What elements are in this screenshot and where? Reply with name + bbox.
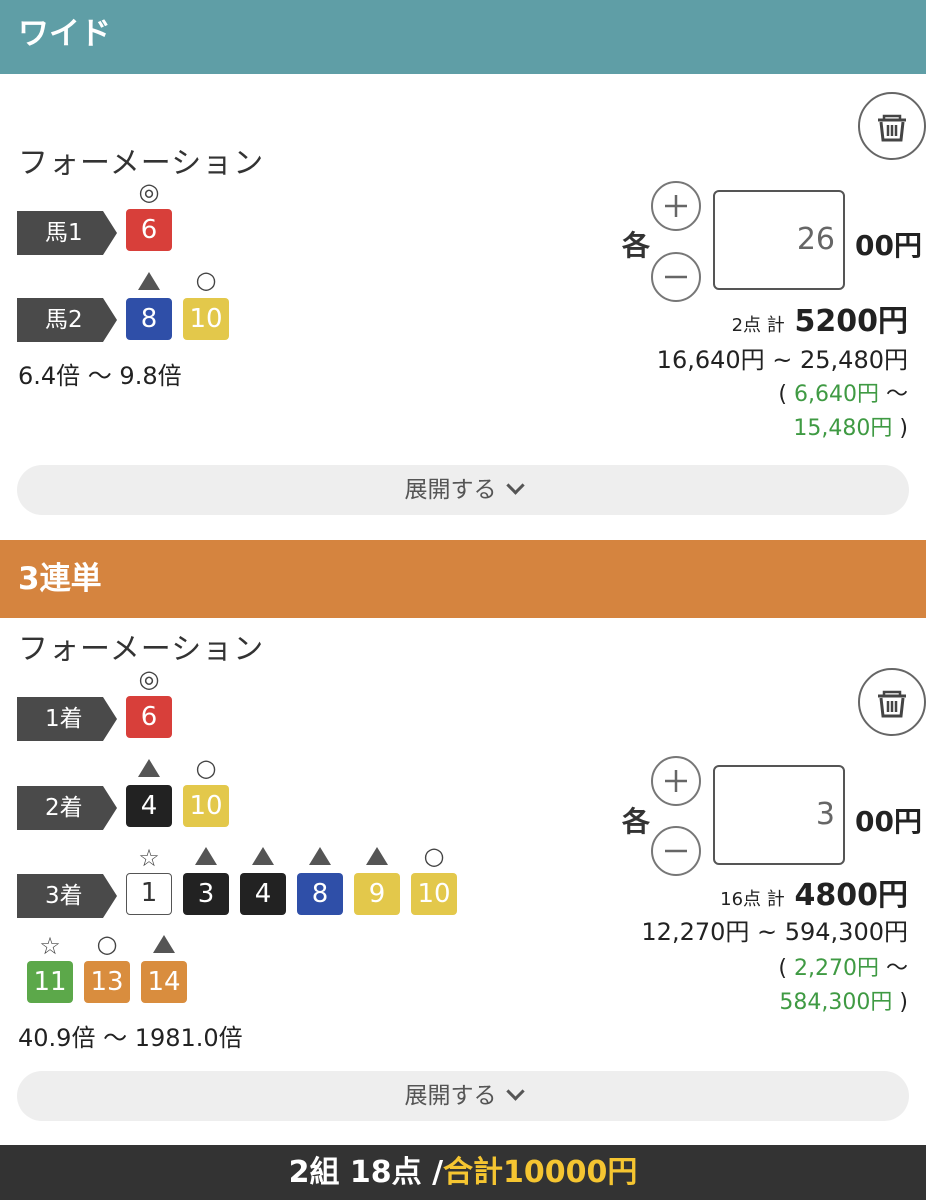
trifecta-profit-line-1: ( 2,270円 〜	[778, 950, 908, 982]
bet-summary-footer: 2組 18点 /合計10000円	[0, 1145, 926, 1200]
trifecta-points-summary: 16点 計 4800円	[720, 870, 908, 914]
profit-max: 584,300円	[779, 990, 893, 1015]
amount-unit: 00円	[855, 229, 922, 262]
profit-tilde: 〜	[885, 956, 908, 981]
wide-expand-button[interactable]: 展開する	[17, 465, 909, 515]
horse-number: 13	[84, 961, 130, 1003]
horse-mark-triangle-icon	[138, 272, 160, 290]
profit-min: 2,270円	[794, 956, 879, 981]
trifecta-increment-button[interactable]	[651, 756, 701, 806]
trifecta-odds-range: 40.9倍 〜 1981.0倍	[18, 1024, 243, 1052]
horse-mark-triangle-icon	[138, 759, 160, 777]
profit-min: 6,640円	[794, 382, 879, 407]
trifecta-delete-button[interactable]	[858, 668, 926, 736]
horse-mark-star: ☆	[138, 844, 160, 872]
wide-section-header: ワイド	[0, 0, 926, 74]
horse-number: 10	[411, 873, 457, 915]
wide-profit-line-2: 15,480円 )	[793, 410, 908, 442]
horse-number: 4	[126, 785, 172, 827]
horse-number: 14	[141, 961, 187, 1003]
horse-number: 4	[240, 873, 286, 915]
plus-icon	[665, 770, 687, 792]
wide-points-summary: 2点 計 5200円	[732, 296, 908, 340]
trifecta-expand-button[interactable]: 展開する	[17, 1071, 909, 1121]
points-count: 16点	[720, 889, 762, 910]
horse-number: 11	[27, 961, 73, 1003]
footer-summary: 2組 18点 /	[288, 1155, 444, 1190]
plus-icon	[665, 195, 687, 217]
horse-mark-triangle-icon	[309, 847, 331, 865]
chevron-down-icon	[505, 476, 525, 495]
horse-mark-triangle-icon	[195, 847, 217, 865]
paren-open: (	[778, 956, 787, 981]
points-total: 4800円	[794, 878, 909, 913]
wide-payout-range: 16,640円 ~ 25,480円	[656, 346, 908, 374]
horse-mark-star: ☆	[39, 932, 61, 960]
trifecta-payout-range: 12,270円 ~ 594,300円	[641, 918, 908, 946]
horse-number: 6	[126, 696, 172, 738]
wide-profit-line-1: ( 6,640円 〜	[778, 376, 908, 408]
horse-mark-double-circle: ◎	[138, 178, 160, 206]
trash-icon	[878, 114, 906, 142]
wide-row-label-1: 馬1	[17, 211, 117, 255]
points-count: 2点	[731, 315, 762, 336]
trifecta-row-label-3: 3着	[17, 874, 117, 918]
horse-number: 10	[183, 298, 229, 340]
trifecta-amount-input[interactable]: 3	[713, 765, 845, 865]
each-label: 各	[622, 229, 651, 262]
profit-max: 15,480円	[793, 416, 893, 441]
trifecta-row-label-1: 1着	[17, 697, 117, 741]
wide-delete-button[interactable]	[858, 92, 926, 160]
horse-mark-triangle-icon	[252, 847, 274, 865]
horse-mark-triangle-icon	[366, 847, 388, 865]
trifecta-decrement-button[interactable]	[651, 826, 701, 876]
each-label: 各	[622, 805, 651, 838]
horse-number: 8	[297, 873, 343, 915]
horse-number: 1	[126, 873, 172, 915]
minus-icon	[665, 849, 687, 853]
wide-decrement-button[interactable]	[651, 252, 701, 302]
trifecta-section-header: 3連単	[0, 540, 926, 618]
paren-close: )	[899, 416, 908, 441]
horse-mark-circle: ○	[195, 266, 217, 294]
profit-tilde: 〜	[885, 382, 908, 407]
wide-bet-type: フォーメーション	[18, 146, 265, 181]
minus-icon	[665, 275, 687, 279]
paren-open: (	[778, 382, 787, 407]
horse-mark-circle: ○	[96, 930, 118, 958]
wide-amount-input[interactable]: 26	[713, 190, 845, 290]
horse-number: 9	[354, 873, 400, 915]
wide-odds-range: 6.4倍 〜 9.8倍	[18, 362, 182, 390]
wide-row-label-2: 馬2	[17, 298, 117, 342]
trifecta-profit-line-2: 584,300円 )	[779, 984, 908, 1016]
points-kei: 計	[766, 889, 785, 910]
footer-total: 合計10000円	[443, 1155, 638, 1190]
wide-increment-button[interactable]	[651, 181, 701, 231]
trifecta-bet-type: フォーメーション	[18, 632, 265, 667]
horse-number: 3	[183, 873, 229, 915]
trash-icon	[878, 690, 906, 718]
expand-label: 展開する	[404, 1083, 497, 1109]
horse-mark-triangle-icon	[153, 935, 175, 953]
amount-unit: 00円	[855, 805, 922, 838]
paren-close: )	[899, 990, 908, 1015]
points-kei: 計	[766, 315, 785, 336]
horse-number: 6	[126, 209, 172, 251]
trifecta-row-label-2: 2着	[17, 786, 117, 830]
points-total: 5200円	[794, 304, 909, 339]
expand-label: 展開する	[404, 477, 497, 503]
chevron-down-icon	[505, 1082, 525, 1101]
horse-mark-circle: ○	[195, 754, 217, 782]
horse-number: 8	[126, 298, 172, 340]
horse-mark-double-circle: ◎	[138, 665, 160, 693]
horse-mark-circle: ○	[423, 842, 445, 870]
horse-number: 10	[183, 785, 229, 827]
